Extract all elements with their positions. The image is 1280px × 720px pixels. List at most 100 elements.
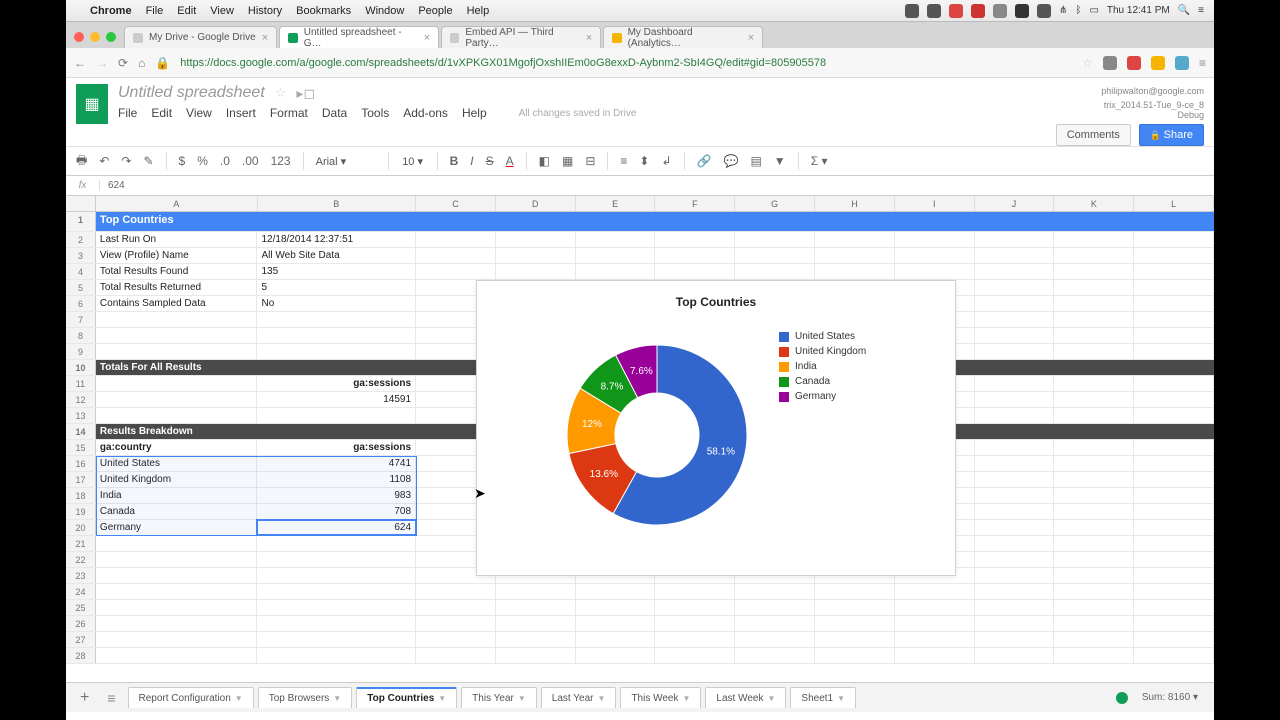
cell[interactable]	[895, 264, 975, 279]
cell[interactable]	[655, 616, 735, 631]
close-tab-icon[interactable]: ×	[262, 32, 268, 44]
menulet-icon[interactable]	[1037, 4, 1051, 18]
cell[interactable]	[815, 600, 895, 615]
browser-tab[interactable]: Embed API — Third Party…×	[441, 26, 601, 48]
row-header[interactable]: 7	[66, 312, 96, 327]
cell[interactable]	[975, 456, 1055, 471]
cell[interactable]	[416, 600, 496, 615]
minimize-window-icon[interactable]	[90, 32, 100, 42]
cell[interactable]	[96, 584, 258, 599]
cell[interactable]	[96, 312, 258, 327]
row-header[interactable]: 17	[66, 472, 96, 487]
all-sheets-button[interactable]: ≡	[101, 690, 121, 706]
cell[interactable]	[1054, 328, 1134, 343]
cell[interactable]	[975, 408, 1055, 423]
cell[interactable]	[1134, 248, 1214, 263]
cell[interactable]	[96, 552, 258, 567]
sheet-tab[interactable]: Top Browsers▼	[258, 687, 353, 708]
cell[interactable]	[1054, 212, 1134, 231]
cell[interactable]: Totals For All Results	[96, 360, 258, 375]
cell[interactable]	[735, 584, 815, 599]
cell[interactable]	[1054, 408, 1134, 423]
menu-view[interactable]: View	[186, 106, 212, 120]
row-header[interactable]: 14	[66, 424, 96, 439]
reload-button[interactable]: ⟳	[118, 56, 128, 70]
quicksum[interactable]: Sum: 8160 ▾	[1134, 692, 1206, 703]
cell[interactable]	[1054, 520, 1134, 535]
cell[interactable]	[655, 232, 735, 247]
browser-tab[interactable]: Untitled spreadsheet - G…×	[279, 26, 439, 48]
cell[interactable]	[1054, 424, 1134, 439]
cell[interactable]	[1054, 472, 1134, 487]
col-header[interactable]: F	[655, 196, 735, 211]
cell[interactable]	[895, 616, 975, 631]
cell[interactable]: Contains Sampled Data	[96, 296, 258, 311]
cell[interactable]: Last Run On	[96, 232, 258, 247]
menu-file[interactable]: File	[118, 106, 137, 120]
cell[interactable]	[96, 376, 258, 391]
row-header[interactable]: 5	[66, 280, 96, 295]
cell[interactable]	[1054, 232, 1134, 247]
cell[interactable]	[496, 264, 576, 279]
cell[interactable]	[1134, 392, 1214, 407]
cell[interactable]	[96, 616, 258, 631]
cell[interactable]	[1134, 328, 1214, 343]
col-header[interactable]: A	[96, 196, 258, 211]
bluetooth-icon[interactable]: ᛒ	[1075, 5, 1081, 16]
format-currency-icon[interactable]: $	[179, 154, 186, 168]
cell[interactable]	[1134, 552, 1214, 567]
cell[interactable]	[1134, 504, 1214, 519]
user-email[interactable]: philipwalton@google.com	[1101, 86, 1204, 96]
cell[interactable]	[975, 264, 1055, 279]
insert-chart-icon[interactable]: ▤	[750, 154, 761, 168]
row-header[interactable]: 6	[66, 296, 96, 311]
sheet-tab[interactable]: Last Year▼	[541, 687, 617, 708]
valign-icon[interactable]: ⬍	[639, 154, 649, 168]
cell[interactable]	[496, 212, 576, 231]
cell[interactable]	[1054, 504, 1134, 519]
sheet-dd-icon[interactable]: ▼	[235, 694, 243, 703]
cell[interactable]	[975, 648, 1055, 663]
cell[interactable]	[895, 632, 975, 647]
cell[interactable]	[1054, 536, 1134, 551]
address-bar[interactable]: https://docs.google.com/a/google.com/spr…	[180, 57, 1072, 69]
cell[interactable]: India	[96, 488, 258, 503]
cell[interactable]	[975, 472, 1055, 487]
cell[interactable]	[655, 212, 735, 231]
cell[interactable]	[815, 648, 895, 663]
wrap-icon[interactable]: ↲	[661, 154, 671, 168]
cell[interactable]	[1054, 312, 1134, 327]
format-percent-icon[interactable]: %	[197, 154, 208, 168]
row-header[interactable]: 27	[66, 632, 96, 647]
cell[interactable]	[416, 584, 496, 599]
menu-data[interactable]: Data	[322, 106, 347, 120]
cell[interactable]	[975, 424, 1055, 439]
forward-button[interactable]: →	[96, 56, 108, 70]
undo-icon[interactable]: ↶	[99, 154, 109, 168]
cell[interactable]	[576, 584, 656, 599]
cell[interactable]	[1134, 360, 1214, 375]
row-header[interactable]: 26	[66, 616, 96, 631]
strikethrough-icon[interactable]: S	[486, 154, 494, 168]
print-icon[interactable]: 🖶	[76, 151, 87, 172]
col-header[interactable]: I	[895, 196, 975, 211]
row-header[interactable]: 23	[66, 568, 96, 583]
cell[interactable]	[895, 600, 975, 615]
col-header[interactable]: C	[416, 196, 496, 211]
col-header[interactable]: B	[258, 196, 417, 211]
cell[interactable]	[96, 600, 258, 615]
close-tab-icon[interactable]: ×	[748, 32, 754, 44]
sheet-dd-icon[interactable]: ▼	[333, 694, 341, 703]
cell[interactable]	[815, 232, 895, 247]
cell[interactable]	[496, 632, 576, 647]
cell[interactable]	[1054, 456, 1134, 471]
col-header[interactable]: G	[735, 196, 815, 211]
cell[interactable]	[1054, 648, 1134, 663]
cell[interactable]: Germany	[96, 520, 258, 535]
cell[interactable]	[1054, 440, 1134, 455]
cell[interactable]	[416, 212, 496, 231]
row-header[interactable]: 20	[66, 520, 96, 535]
col-header[interactable]: J	[975, 196, 1055, 211]
cell[interactable]	[1054, 280, 1134, 295]
col-header[interactable]: L	[1134, 196, 1214, 211]
